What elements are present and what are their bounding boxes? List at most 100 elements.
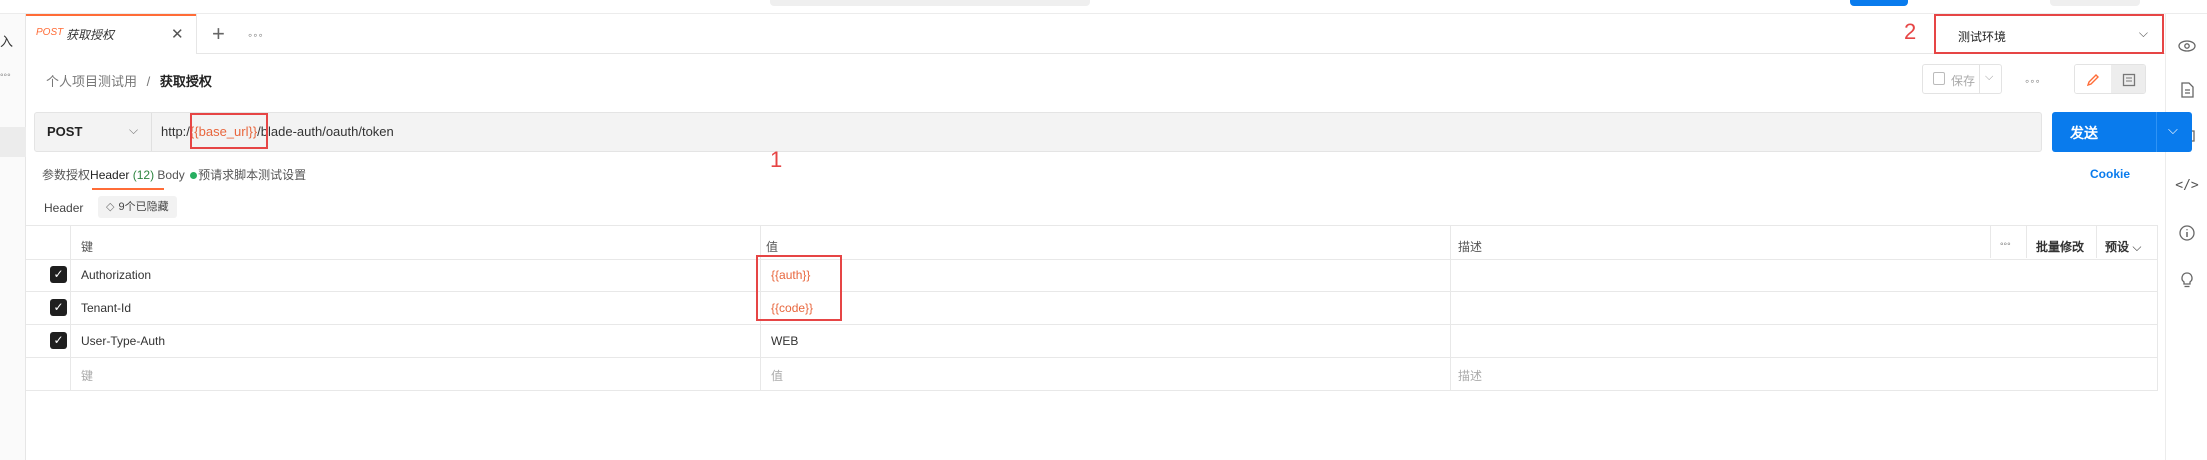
cookie-link[interactable]: Cookie — [2090, 167, 2130, 181]
row-checkbox[interactable]: ✓ — [50, 332, 67, 349]
table-row: ✓ Tenant-Id {{code}} — [26, 291, 2158, 325]
tab-params[interactable]: 参数 — [42, 168, 66, 182]
annotation-box-url-variable — [190, 113, 268, 149]
close-icon[interactable]: ✕ — [171, 25, 184, 43]
top-search-bar-edge[interactable] — [770, 0, 1090, 6]
header-key[interactable]: User-Type-Auth — [81, 334, 165, 348]
table-row: ✓ Authorization {{auth}} — [26, 258, 2158, 292]
save-icon — [1933, 72, 1945, 85]
divider — [1450, 225, 1451, 390]
more-options-icon[interactable]: ◦◦◦ — [2025, 74, 2041, 88]
tab-headers-label: Header — [90, 168, 130, 182]
status-dot — [190, 171, 198, 179]
active-tab-indicator — [26, 14, 196, 16]
row-checkbox[interactable]: ✓ — [50, 266, 67, 283]
hidden-headers-text: 9个已隐藏 — [118, 201, 169, 213]
annotation-1: 1 — [770, 147, 783, 172]
tab-get-token[interactable]: POST 获取授权 ✕ — [26, 14, 197, 54]
column-options-icon[interactable]: ◦◦◦ — [2000, 239, 2011, 250]
header-value[interactable]: WEB — [771, 334, 798, 348]
method-label: POST — [47, 124, 83, 139]
tab-prerequest[interactable]: 预请求脚本 — [198, 168, 258, 182]
column-value: 值 — [766, 240, 779, 254]
tab-settings[interactable]: 设置 — [282, 168, 306, 182]
more-tabs-icon[interactable]: ◦◦◦ — [248, 28, 264, 42]
presets-dropdown[interactable]: 预设 ⌵ — [2105, 238, 2141, 255]
divider — [2156, 112, 2157, 152]
table-header-row: 键 值 描述 ◦◦◦ 批量修改 预设 ⌵ — [26, 225, 2158, 260]
tab-tests[interactable]: 测试 — [258, 168, 282, 182]
breadcrumb-separator: / — [146, 74, 151, 89]
hidden-headers-toggle[interactable]: ◇ 9个已隐藏 — [98, 196, 177, 218]
headers-table: 键 值 描述 ◦◦◦ 批量修改 预设 ⌵ ✓ Authorization {{a… — [26, 225, 2158, 391]
breadcrumb-current: 获取授权 — [159, 74, 212, 89]
right-sidebar: </> — [2165, 14, 2207, 460]
table-row: ✓ User-Type-Auth WEB — [26, 324, 2158, 358]
tab-body-label: Body — [157, 168, 185, 182]
new-tab-icon[interactable]: + — [212, 21, 225, 47]
code-icon[interactable]: </> — [2175, 174, 2198, 196]
tab-title: 获取授权 — [66, 28, 115, 42]
header-key[interactable]: Authorization — [81, 268, 151, 282]
save-button-group[interactable]: 保存 ⌵ — [1922, 64, 2002, 94]
breadcrumb: 个人项目测试用 / 获取授权 — [46, 71, 212, 90]
divider — [1979, 65, 1980, 93]
top-button-edge[interactable] — [1850, 0, 1908, 6]
left-sidebar-selected-item[interactable] — [0, 127, 26, 157]
new-description-placeholder[interactable]: 描述 — [1458, 367, 1482, 384]
url-prefix: http:/ — [161, 124, 190, 139]
document-icon[interactable] — [2176, 79, 2198, 101]
send-button-label: 发送 — [2070, 125, 2098, 141]
annotation-box-header-values — [756, 255, 842, 321]
chevron-down-icon: ⌵ — [2138, 26, 2148, 40]
chevron-down-icon[interactable]: ⌵ — [1985, 71, 1993, 84]
left-sidebar-label: 入 — [0, 34, 14, 49]
edit-mode-button[interactable] — [2075, 65, 2111, 93]
new-value-placeholder[interactable]: 值 — [771, 367, 783, 384]
doc-mode-button[interactable] — [2111, 65, 2145, 93]
divider — [2096, 225, 2097, 258]
headers-section-label: Header — [44, 201, 84, 215]
divider — [2026, 225, 2027, 258]
documentation-icon — [2122, 73, 2136, 87]
chevron-down-icon: ⌵ — [129, 123, 139, 137]
presets-label: 预设 — [2105, 240, 2130, 254]
bulk-edit-button[interactable]: 批量修改 — [2036, 238, 2084, 255]
method-select[interactable]: POST ⌵ — [35, 113, 152, 151]
tab-headers-count: (12) — [132, 168, 155, 182]
lightbulb-icon[interactable] — [2176, 269, 2198, 291]
breadcrumb-parent[interactable]: 个人项目测试用 — [46, 74, 137, 89]
eye-icon: ◇ — [106, 201, 115, 213]
tab-body[interactable]: Body — [157, 168, 198, 182]
url-suffix: /blade-auth/oauth/token — [257, 124, 394, 139]
tab-auth[interactable]: 授权 — [66, 168, 90, 182]
tab-method: POST — [36, 27, 64, 38]
active-tab-underline — [92, 188, 164, 190]
tab-headers[interactable]: Header (12) — [90, 168, 154, 182]
environment-name: 测试环境 — [1958, 30, 2007, 44]
annotation-2: 2 — [1904, 19, 1917, 44]
chevron-down-icon[interactable]: ⌵ — [2168, 122, 2178, 138]
header-key[interactable]: Tenant-Id — [81, 301, 131, 315]
divider — [1990, 225, 1991, 258]
send-button[interactable]: 发送 ⌵ — [2052, 112, 2192, 152]
row-checkbox[interactable]: ✓ — [50, 299, 67, 316]
column-key: 键 — [81, 240, 94, 254]
top-account-edge[interactable] — [2050, 0, 2140, 6]
view-mode-toggle[interactable] — [2074, 64, 2146, 94]
info-icon[interactable] — [2176, 222, 2198, 244]
column-description: 描述 — [1458, 240, 1483, 254]
request-url-bar: POST ⌵ http:/{{base_url}}/blade-auth/oau… — [34, 112, 2042, 152]
table-row-new: 键 值 描述 — [26, 357, 2158, 391]
left-sidebar: 入 ◦◦◦ — [0, 14, 26, 460]
environment-selector[interactable]: 测试环境 ⌵ — [1934, 14, 2164, 54]
request-tabs: 参数授权Header (12) Body 预请求脚本测试设置 — [42, 166, 306, 183]
eye-icon[interactable] — [2176, 35, 2198, 57]
left-sidebar-more-icon[interactable]: ◦◦◦ — [0, 70, 11, 81]
chevron-down-icon: ⌵ — [2132, 240, 2142, 254]
save-button-label[interactable]: 保存 — [1951, 72, 1975, 89]
new-key-placeholder[interactable]: 键 — [81, 367, 93, 384]
pencil-icon — [2086, 74, 2099, 87]
tab-bar: POST 获取授权 ✕ + ◦◦◦ — [26, 14, 2165, 54]
divider — [2157, 225, 2158, 390]
